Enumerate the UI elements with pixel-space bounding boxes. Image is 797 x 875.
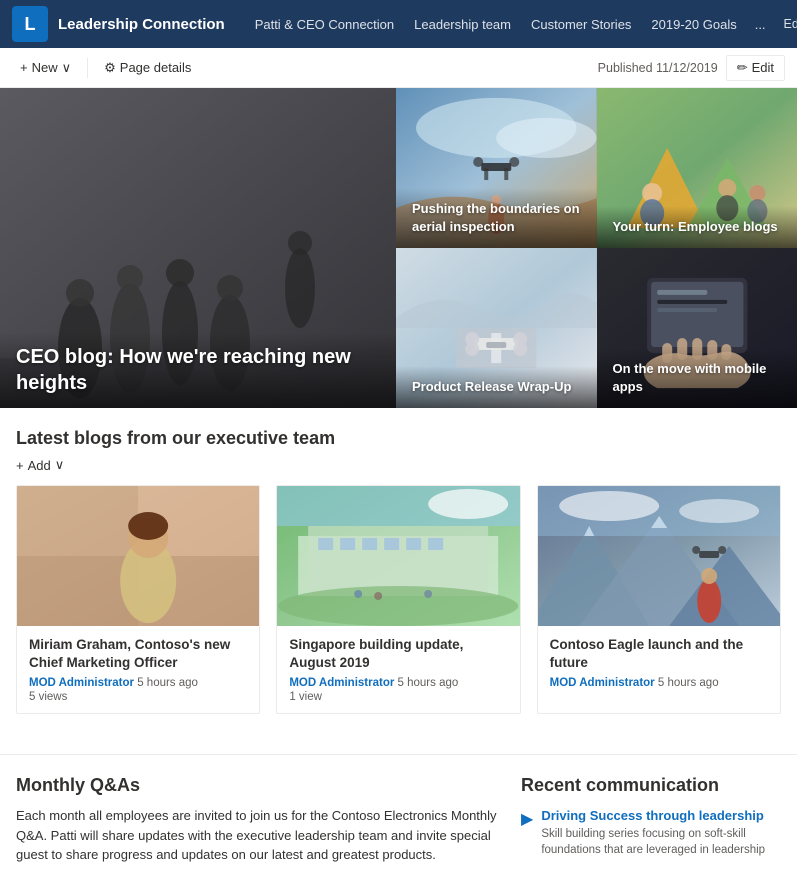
hero-aerial-overlay: Pushing the boundaries on aerial inspect… <box>396 188 597 248</box>
blog-time-label-2: 5 hours ago <box>398 677 459 689</box>
nav-link-leadership[interactable]: Leadership team <box>404 0 521 48</box>
hero-product-overlay: Product Release Wrap-Up <box>396 366 597 408</box>
blog-meta-3: MOD Administrator 5 hours ago <box>550 677 768 689</box>
add-label: Add <box>28 458 51 473</box>
page-details-button[interactable]: ⚙ Page details <box>96 56 199 80</box>
nav-link-goals[interactable]: 2019-20 Goals <box>641 0 746 48</box>
bottom-grid: Monthly Q&As Each month all employees ar… <box>0 754 797 875</box>
blog-card-1[interactable]: Miriam Graham, Contoso's new Chief Marke… <box>16 485 260 714</box>
hero-mobile-overlay: On the move with mobile apps <box>597 348 797 408</box>
top-nav: L Leadership Connection Patti & CEO Conn… <box>0 0 797 48</box>
new-button[interactable]: + New ∨ <box>12 56 79 80</box>
hero-main-label: CEO blog: How we're reaching new heights <box>16 346 351 394</box>
site-title: Leadership Connection <box>58 16 225 33</box>
hero-mobile-cell[interactable]: On the move with mobile apps <box>597 248 797 408</box>
blog-title-2: Singapore building update, August 2019 <box>289 636 507 671</box>
toolbar-left: + New ∨ ⚙ Page details <box>12 56 199 80</box>
arrow-icon: ▶ <box>521 809 533 829</box>
edit-page-button[interactable]: ✏ Edit <box>726 55 785 81</box>
site-logo: L <box>12 6 48 42</box>
blog-title-1: Miriam Graham, Contoso's new Chief Marke… <box>29 636 247 671</box>
hero-aerial-label: Pushing the boundaries on aerial inspect… <box>412 201 580 234</box>
blog-card-3[interactable]: Contoso Eagle launch and the future MOD … <box>537 485 781 714</box>
main-content: Latest blogs from our executive team + A… <box>0 408 797 754</box>
toolbar-right: Published 11/12/2019 ✏ Edit <box>598 55 785 81</box>
page-details-label: Page details <box>120 60 192 75</box>
blog-card-2[interactable]: Singapore building update, August 2019 M… <box>276 485 520 714</box>
hero-cell-aerial[interactable]: Pushing the boundaries on aerial inspect… <box>396 88 597 248</box>
edit-nav-button[interactable]: Edit <box>774 8 797 40</box>
recent-comm-section: Recent communication ▶ Driving Success t… <box>521 775 781 865</box>
nav-link-patti[interactable]: Patti & CEO Connection <box>245 0 404 48</box>
monthly-qa-section: Monthly Q&As Each month all employees ar… <box>16 775 501 865</box>
chevron-down-icon: ∨ <box>62 60 72 76</box>
monthly-qa-body: Each month all employees are invited to … <box>16 806 501 865</box>
blog-info-1: Miriam Graham, Contoso's new Chief Marke… <box>17 626 259 713</box>
comm-item-title: Driving Success through leadership <box>541 808 781 823</box>
blog-info-3: Contoso Eagle launch and the future MOD … <box>538 626 780 699</box>
nav-links: Patti & CEO Connection Leadership team C… <box>245 0 774 48</box>
recent-comm-title: Recent communication <box>521 775 781 796</box>
blog-thumb-3 <box>538 486 780 626</box>
hero-main-cell[interactable]: CEO blog: How we're reaching new heights <box>0 88 396 408</box>
monthly-qa-title: Monthly Q&As <box>16 775 501 796</box>
blog-info-2: Singapore building update, August 2019 M… <box>277 626 519 713</box>
hero-employee-label: Your turn: Employee blogs <box>613 219 778 234</box>
pencil-icon: ✏ <box>737 60 748 76</box>
comm-item[interactable]: ▶ Driving Success through leadership Ski… <box>521 808 781 858</box>
nav-more-button[interactable]: ... <box>747 0 774 48</box>
blog-author-1: MOD Administrator <box>29 677 134 689</box>
new-label: New <box>32 60 58 75</box>
blog-thumb-2 <box>277 486 519 626</box>
blog-views-2: 1 view <box>289 691 507 703</box>
toolbar: + New ∨ ⚙ Page details Published 11/12/2… <box>0 48 797 88</box>
monthly-qa-text: Each month all employees are invited to … <box>16 808 497 862</box>
hero-product-cell[interactable]: Product Release Wrap-Up <box>396 248 597 408</box>
plus-icon: + <box>20 60 28 75</box>
blog-time-label-3: 5 hours ago <box>658 677 719 689</box>
add-button[interactable]: + Add ∨ <box>16 457 781 473</box>
hero-section: CEO blog: How we're reaching new heights <box>0 88 797 408</box>
published-status: Published 11/12/2019 <box>598 61 718 75</box>
nav-link-stories[interactable]: Customer Stories <box>521 0 641 48</box>
hero-mobile-label: On the move with mobile apps <box>613 361 767 394</box>
gear-icon: ⚙ <box>104 60 116 76</box>
chevron-down-icon: ∨ <box>55 457 65 473</box>
blog-grid: Miriam Graham, Contoso's new Chief Marke… <box>16 485 781 714</box>
edit-nav-label: Edit <box>784 17 797 31</box>
hero-employee-cell[interactable]: Your turn: Employee blogs <box>597 88 797 248</box>
edit-label: Edit <box>752 60 774 75</box>
blog-author-2: MOD Administrator <box>289 677 394 689</box>
comm-content: Driving Success through leadership Skill… <box>541 808 781 858</box>
hero-employee-overlay: Your turn: Employee blogs <box>597 206 797 248</box>
hero-main-overlay: CEO blog: How we're reaching new heights <box>0 332 396 408</box>
blog-views-1: 5 views <box>29 691 247 703</box>
nav-actions: Edit ★ Following ↗ Share site <box>774 8 797 40</box>
hero-product-label: Product Release Wrap-Up <box>412 379 571 394</box>
blog-title-3: Contoso Eagle launch and the future <box>550 636 768 671</box>
blog-thumb-1 <box>17 486 259 626</box>
blog-author-3: MOD Administrator <box>550 677 655 689</box>
plus-icon: + <box>16 458 24 473</box>
comm-item-desc: Skill building series focusing on soft-s… <box>541 826 781 858</box>
blog-time-label-1: 5 hours ago <box>137 677 198 689</box>
blog-meta-1: MOD Administrator 5 hours ago 5 views <box>29 677 247 703</box>
blog-meta-2: MOD Administrator 5 hours ago 1 view <box>289 677 507 703</box>
blogs-section-title: Latest blogs from our executive team <box>16 428 781 449</box>
toolbar-divider <box>87 58 88 78</box>
